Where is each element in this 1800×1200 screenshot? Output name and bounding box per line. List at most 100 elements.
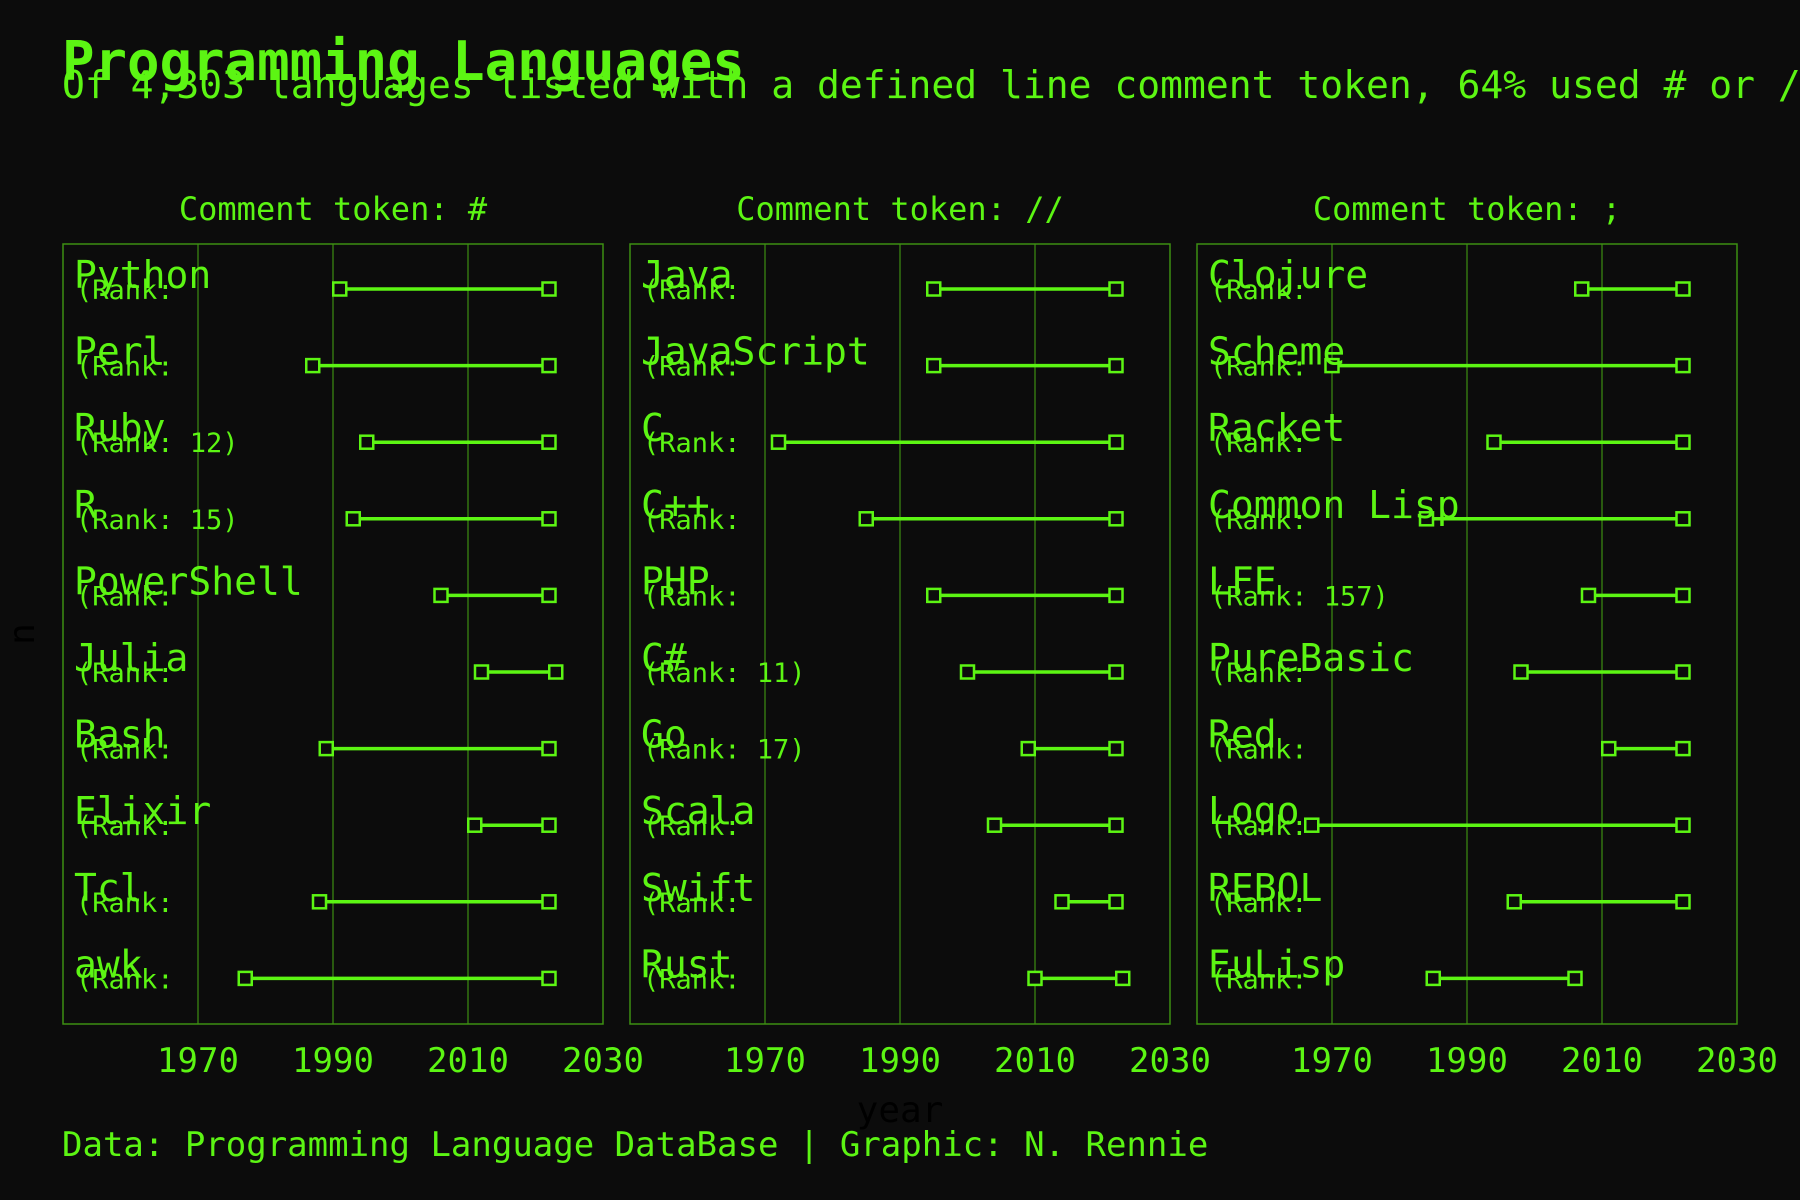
end-year-point [1108, 357, 1124, 374]
language-label: Elixir [74, 789, 211, 833]
start-year-point [770, 434, 787, 450]
language-label: REBOL [1208, 866, 1322, 910]
end-year-point [1567, 970, 1583, 987]
end-year-point [1108, 281, 1124, 297]
x-tick-label: 1970 [1291, 1041, 1373, 1081]
language-label: Logo [1208, 789, 1300, 833]
language-label: Bash [74, 713, 166, 757]
end-year-point [1675, 894, 1691, 910]
start-year-point [926, 281, 942, 297]
language-label: PHP [641, 559, 710, 603]
language-label: Tcl [74, 866, 143, 910]
language-label: LFE [1208, 559, 1277, 603]
start-year-point [1513, 664, 1529, 680]
end-year-point [1108, 817, 1124, 833]
end-year-point [1675, 740, 1691, 757]
end-year-point [1108, 511, 1124, 527]
end-year-point [541, 970, 557, 987]
end-year-point [1108, 664, 1124, 680]
start-year-point [345, 511, 361, 527]
language-label: Ruby [74, 406, 166, 450]
x-tick-label: 2010 [1561, 1041, 1643, 1081]
language-label: Julia [74, 636, 188, 680]
y-axis-label: n [2, 623, 43, 645]
end-year-point [541, 894, 557, 910]
end-year-point [1675, 281, 1691, 297]
facet-strip-label: Comment token: // [736, 190, 1064, 228]
end-year-point [1115, 970, 1131, 987]
end-year-point [1675, 817, 1691, 833]
start-year-point [926, 357, 942, 374]
end-year-point [1108, 587, 1124, 604]
end-year-point [541, 817, 557, 833]
x-tick-label: 1970 [157, 1041, 239, 1081]
language-label: Red [1208, 713, 1277, 757]
start-year-point [1486, 434, 1502, 450]
end-year-point [541, 434, 557, 450]
start-year-point [305, 357, 321, 374]
start-year-point [318, 740, 334, 757]
facet-strip-label: Comment token: ; [1313, 190, 1621, 228]
end-year-point [1675, 434, 1691, 450]
start-year-point [237, 970, 253, 987]
language-label: Racket [1208, 406, 1345, 450]
start-year-point [1506, 894, 1522, 910]
end-year-point [541, 511, 557, 527]
start-year-point [467, 817, 483, 833]
end-year-point [541, 357, 557, 374]
start-year-point [433, 587, 449, 604]
x-tick-label: 1970 [724, 1041, 806, 1081]
language-label: Go [641, 713, 687, 757]
chart-subtitle: Of 4,303 languages listed with a defined… [62, 63, 1800, 107]
language-label: PowerShell [74, 559, 303, 603]
start-year-point [359, 434, 375, 450]
language-label: awk [74, 942, 143, 986]
start-year-point [926, 587, 942, 604]
start-year-point [858, 511, 874, 527]
end-year-point [1675, 587, 1691, 604]
start-year-point [311, 894, 328, 910]
language-label: C [641, 406, 664, 450]
end-year-point [1675, 357, 1691, 374]
rank-label: (Rank: 15) [76, 505, 239, 536]
language-label: R [74, 483, 97, 527]
language-label: Perl [74, 330, 166, 374]
start-year-point [1574, 281, 1590, 297]
start-year-point [473, 664, 490, 680]
start-year-point [1601, 740, 1617, 757]
language-label: Swift [641, 866, 755, 910]
x-tick-label: 2030 [1696, 1041, 1778, 1081]
start-year-point [1020, 740, 1036, 757]
language-label: PureBasic [1208, 636, 1414, 680]
chart-caption: Data: Programming Language DataBase | Gr… [62, 1125, 1208, 1165]
language-label: Python [74, 253, 211, 297]
language-label: C# [641, 636, 687, 680]
x-tick-label: 2030 [562, 1041, 644, 1081]
end-year-point [541, 587, 557, 604]
facet-strip-label: Comment token: # [179, 190, 488, 228]
language-label: EuLisp [1208, 942, 1345, 986]
language-label: JavaScript [641, 330, 870, 374]
end-year-point [1108, 740, 1124, 757]
end-year-point [1108, 434, 1124, 450]
language-label: C++ [641, 483, 710, 527]
x-tick-label: 2010 [427, 1041, 509, 1081]
start-year-point [332, 281, 348, 297]
x-tick-label: 2030 [1129, 1041, 1211, 1081]
start-year-point [1054, 894, 1070, 910]
x-tick-label: 1990 [859, 1041, 941, 1081]
end-year-point [541, 740, 557, 757]
x-tick-label: 2010 [994, 1041, 1076, 1081]
chart: Programming Languages Of 4,303 languages… [0, 0, 1800, 1200]
start-year-point [1027, 970, 1043, 987]
language-label: Scala [641, 789, 755, 833]
start-year-point [986, 817, 1003, 833]
start-year-point [1580, 587, 1597, 604]
end-year-point [541, 281, 557, 297]
end-year-point [1675, 664, 1691, 680]
end-year-point [548, 664, 564, 680]
language-label: Common Lisp [1208, 483, 1460, 527]
start-year-point [1425, 970, 1441, 987]
end-year-point [1675, 511, 1691, 527]
end-year-point [1108, 894, 1124, 910]
